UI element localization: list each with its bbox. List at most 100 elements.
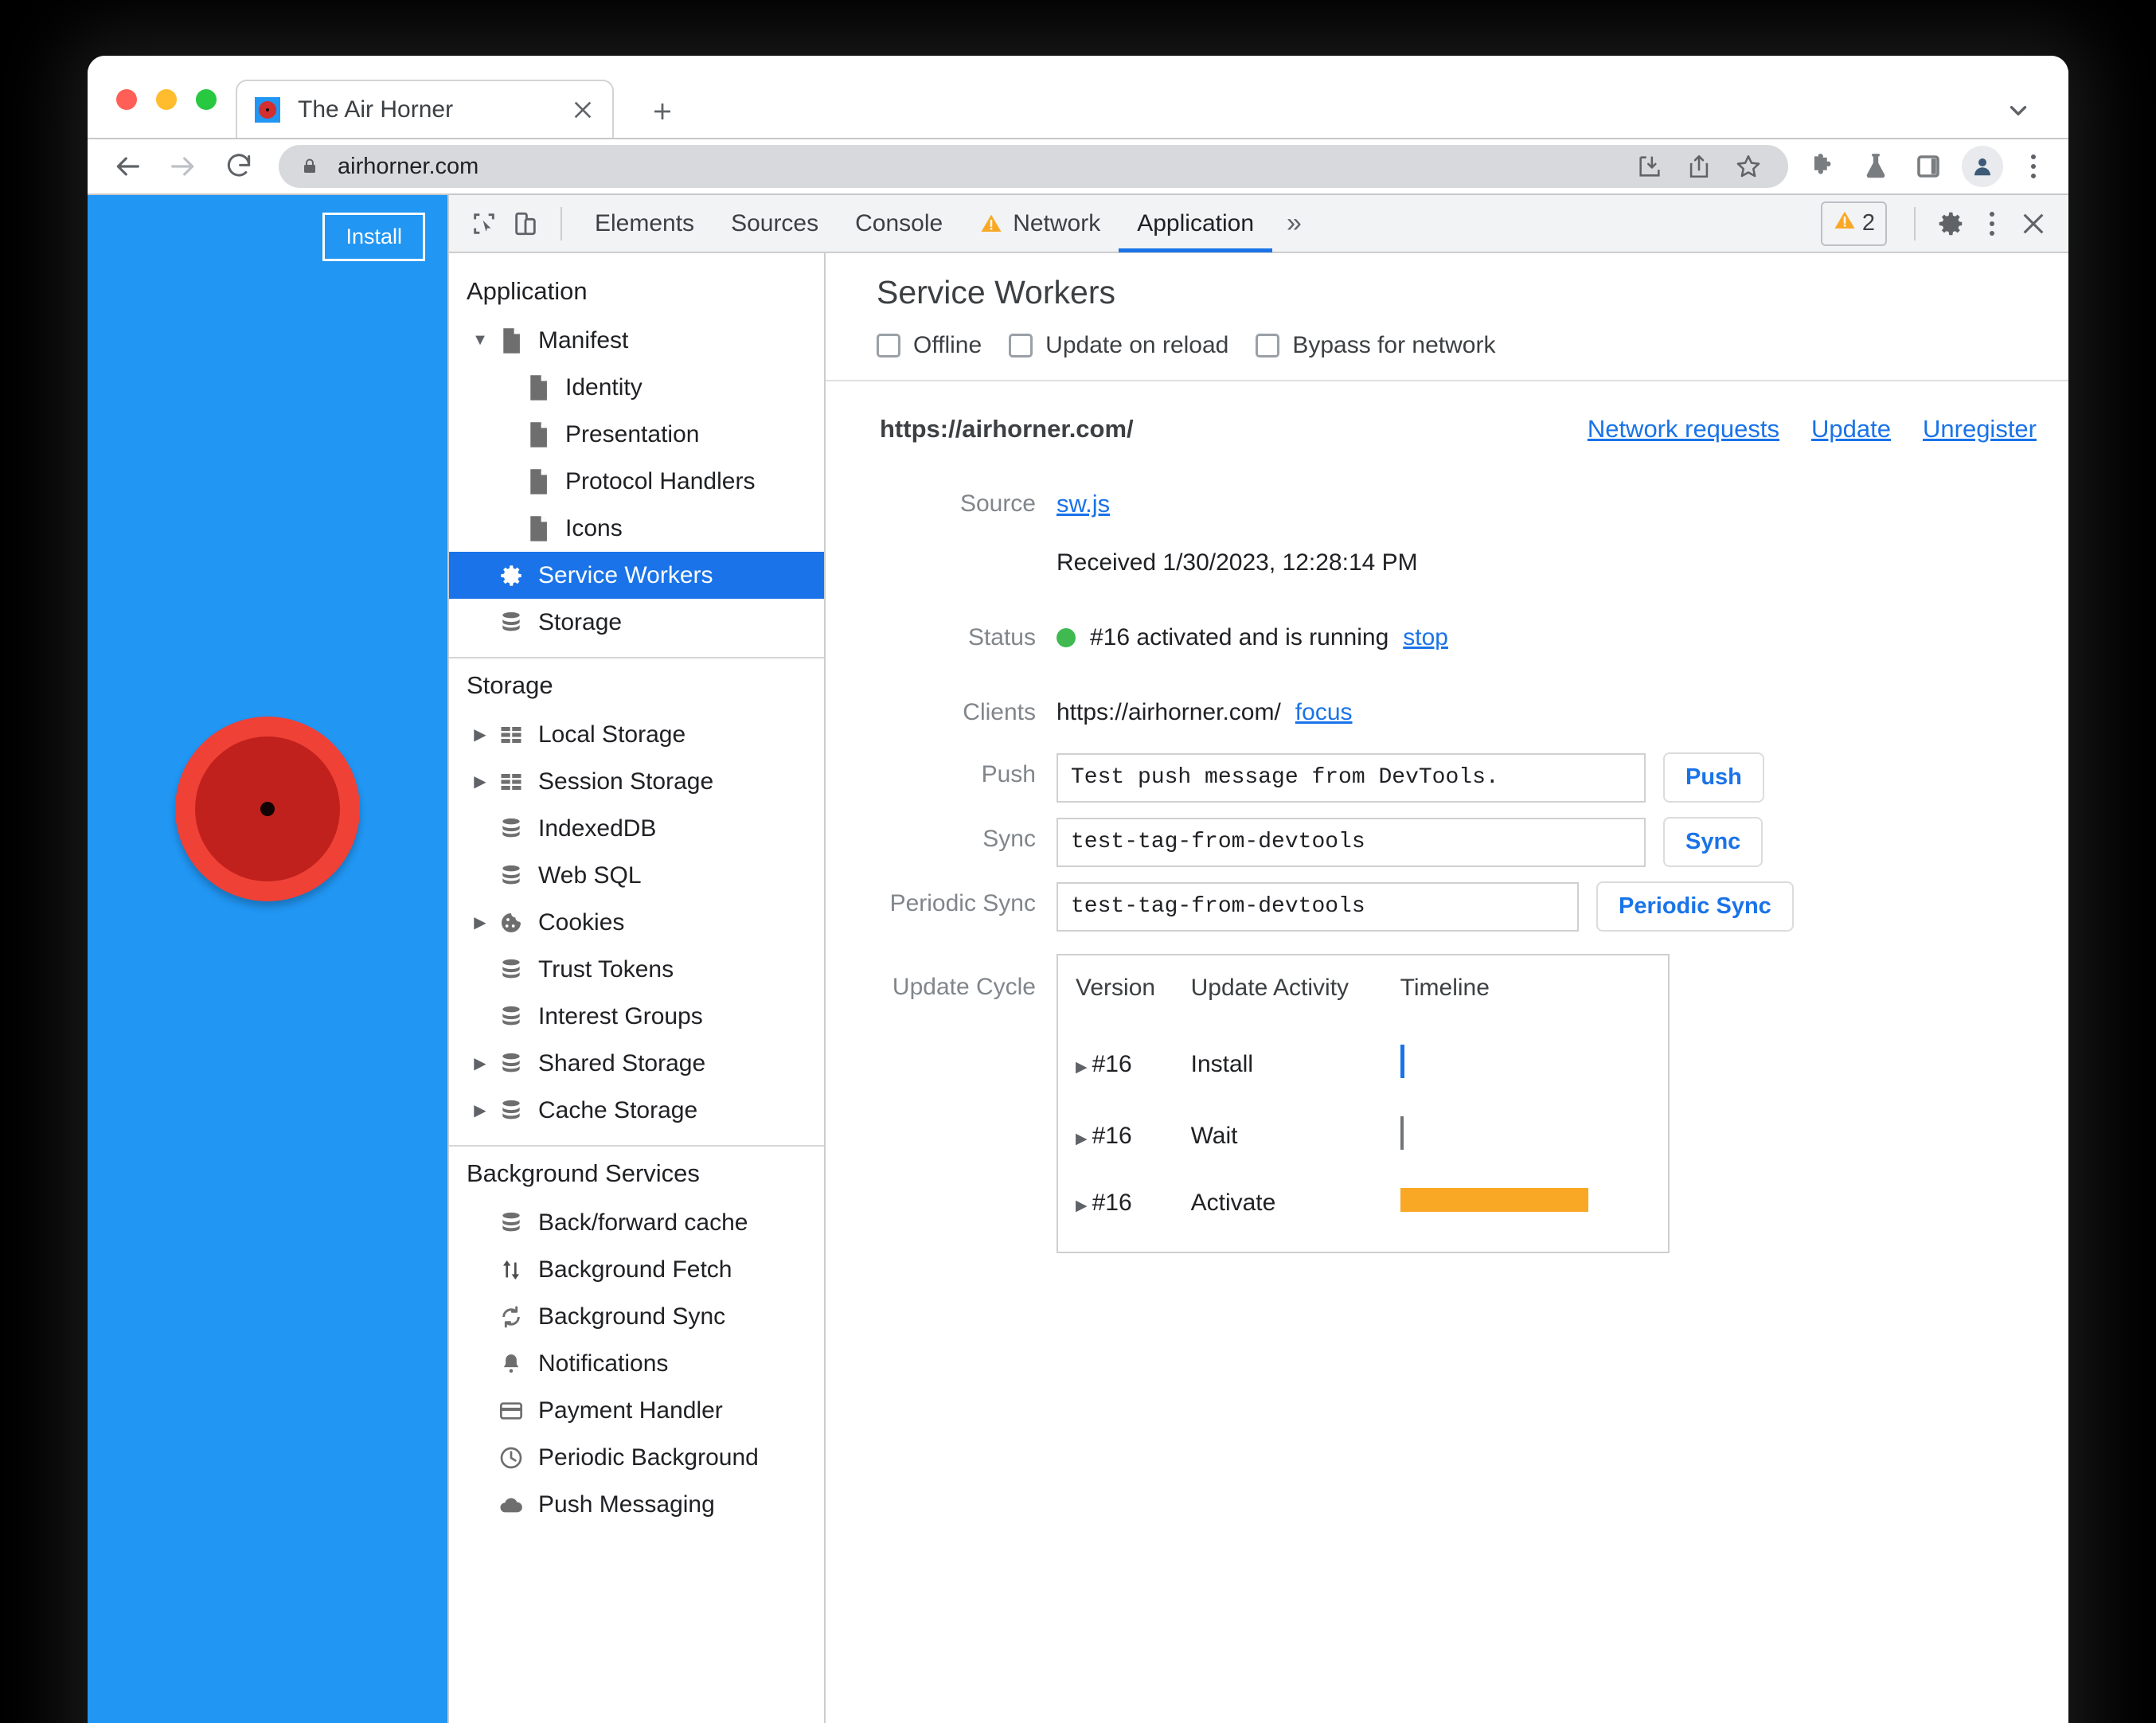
chevron-right-icon[interactable]: ▶ [1076, 1059, 1088, 1076]
extensions-puzzle-icon[interactable] [1804, 147, 1842, 186]
unregister-link[interactable]: Unregister [1923, 415, 2037, 443]
kebab-menu-icon[interactable] [1971, 203, 2013, 244]
bookmark-star-icon[interactable] [1729, 147, 1767, 186]
window-maximize-button[interactable] [196, 89, 217, 110]
sync-input[interactable]: test-tag-from-devtools [1057, 817, 1646, 867]
received-row: Received 1/30/2023, 12:28:14 PM [826, 541, 2068, 585]
sidebar-divider-1 [449, 657, 824, 658]
side-panel-icon[interactable] [1909, 147, 1947, 186]
update-link[interactable]: Update [1811, 415, 1891, 443]
checkbox-box[interactable] [1009, 334, 1033, 357]
warning-count-badge[interactable]: 2 [1820, 201, 1887, 246]
table-row[interactable]: ▶ #16 Activate [1076, 1172, 1646, 1234]
row-activity: Activate [1190, 1190, 1276, 1216]
push-button[interactable]: Push [1663, 752, 1764, 803]
sidebar-item-local-storage[interactable]: ▶ Local Storage [449, 711, 824, 758]
registration-actions: Network requests Update Unregister [1588, 415, 2037, 443]
sidebar-item-shared-storage[interactable]: ▶ Shared Storage [449, 1040, 824, 1087]
sidebar-item-presentation[interactable]: ▶ Presentation [449, 411, 824, 458]
sidebar-item-manifest[interactable]: ▼ Manifest [449, 317, 824, 364]
experiments-flask-icon[interactable] [1857, 147, 1895, 186]
tab-application[interactable]: Application [1119, 194, 1272, 252]
profile-avatar-icon[interactable] [1962, 146, 2003, 187]
sidebar-item-cookies[interactable]: ▶ Cookies [449, 899, 824, 946]
row-activity: Wait [1190, 1123, 1238, 1149]
application-sidebar[interactable]: Application ▼ Manifest ▶ Identity [449, 253, 826, 1723]
tab-sources[interactable]: Sources [713, 194, 837, 252]
sidebar-item-background-sync[interactable]: ▶ Background Sync [449, 1293, 824, 1340]
more-tabs-button[interactable]: » [1272, 208, 1316, 239]
sidebar-item-payment-handler[interactable]: ▶ Payment Handler [449, 1387, 824, 1434]
row-version-cell[interactable]: ▶ #16 [1076, 1172, 1191, 1234]
back-arrow-icon[interactable] [105, 144, 150, 189]
browser-tab[interactable]: The Air Horner [236, 80, 614, 138]
sidebar-item-background-fetch[interactable]: ▶ Background Fetch [449, 1246, 824, 1293]
air-horn-button[interactable] [175, 717, 360, 901]
sidebar-item-cache-storage[interactable]: ▶ Cache Storage [449, 1087, 824, 1134]
sidebar-item-service-workers[interactable]: ▶ Service Workers [449, 552, 824, 599]
sidebar-item-icons[interactable]: ▶ Icons [449, 505, 824, 552]
sidebar-item-periodic-background[interactable]: ▶ Periodic Background [449, 1434, 824, 1481]
forward-arrow-icon[interactable] [161, 144, 205, 189]
checkbox-bypass-for-network[interactable]: Bypass for network [1256, 332, 1495, 359]
chevron-right-icon[interactable]: ▶ [467, 1053, 494, 1073]
install-app-icon[interactable] [1631, 147, 1669, 186]
checkbox-label: Update on reload [1045, 332, 1229, 358]
chrome-menu-icon[interactable] [2016, 147, 2051, 186]
sync-button[interactable]: Sync [1663, 817, 1763, 867]
sidebar-item-indexeddb[interactable]: ▶ IndexedDB [449, 805, 824, 852]
tab-elements[interactable]: Elements [576, 194, 713, 252]
chevron-right-icon[interactable]: ▶ [467, 772, 494, 791]
checkbox-box[interactable] [877, 334, 900, 357]
gear-icon[interactable] [1930, 203, 1971, 244]
sidebar-item-storage[interactable]: ▶ Storage [449, 599, 824, 646]
sidebar-item-protocol-handlers[interactable]: ▶ Protocol Handlers [449, 458, 824, 505]
install-button[interactable]: Install [322, 213, 425, 261]
sidebar-item-notifications[interactable]: ▶ Notifications [449, 1340, 824, 1387]
row-version-cell[interactable]: ▶ #16 [1076, 1100, 1191, 1172]
sidebar-item-web-sql[interactable]: ▶ Web SQL [449, 852, 824, 899]
table-row[interactable]: ▶ #16 Install [1076, 1029, 1646, 1100]
source-file-link[interactable]: sw.js [1057, 482, 1110, 526]
network-requests-link[interactable]: Network requests [1588, 415, 1779, 443]
periodic-sync-input[interactable]: test-tag-from-devtools [1057, 881, 1579, 932]
chevron-down-icon[interactable] [2002, 94, 2035, 127]
cookie-icon [494, 910, 529, 936]
service-workers-header: Service Workers Offline Update on reload [826, 253, 2068, 381]
device-toolbar-icon[interactable] [505, 203, 546, 244]
received-value: Received 1/30/2023, 12:28:14 PM [1057, 549, 1418, 576]
sidebar-item-identity[interactable]: ▶ Identity [449, 364, 824, 411]
chevron-right-icon[interactable]: ▶ [467, 912, 494, 932]
row-version-cell[interactable]: ▶ #16 [1076, 1029, 1191, 1100]
chevron-right-icon[interactable]: ▶ [1076, 1198, 1088, 1214]
chevron-down-icon[interactable]: ▼ [467, 331, 494, 350]
focus-link[interactable]: focus [1295, 690, 1353, 735]
sidebar-item-back-forward-cache[interactable]: ▶ Back/forward cache [449, 1199, 824, 1246]
close-icon[interactable] [568, 95, 598, 125]
checkbox-box[interactable] [1256, 334, 1280, 357]
chevron-right-icon[interactable]: ▶ [467, 1100, 494, 1120]
new-tab-button[interactable] [645, 94, 680, 129]
table-row[interactable]: ▶ #16 Wait [1076, 1100, 1646, 1172]
tab-network[interactable]: Network [961, 194, 1119, 252]
address-bar[interactable]: airhorner.com [279, 145, 1788, 188]
push-input[interactable]: Test push message from DevTools. [1057, 752, 1646, 803]
checkbox-offline[interactable]: Offline [877, 332, 982, 359]
sidebar-item-session-storage[interactable]: ▶ Session Storage [449, 758, 824, 805]
chevron-right-icon[interactable]: ▶ [467, 725, 494, 744]
close-icon[interactable] [2013, 203, 2054, 244]
window-minimize-button[interactable] [156, 89, 177, 110]
devtools-toolbar: Elements Sources Console Network Applica… [449, 195, 2068, 253]
tab-console[interactable]: Console [837, 194, 961, 252]
sidebar-item-push-messaging[interactable]: ▶ Push Messaging [449, 1481, 824, 1528]
inspect-element-icon[interactable] [463, 203, 505, 244]
periodic-sync-button[interactable]: Periodic Sync [1596, 881, 1794, 932]
reload-icon[interactable] [217, 144, 261, 189]
chevron-right-icon[interactable]: ▶ [1076, 1131, 1088, 1147]
window-close-button[interactable] [116, 89, 137, 110]
stop-link[interactable]: stop [1403, 615, 1448, 660]
checkbox-update-on-reload[interactable]: Update on reload [1009, 332, 1228, 359]
sidebar-item-trust-tokens[interactable]: ▶ Trust Tokens [449, 946, 824, 993]
share-icon[interactable] [1680, 147, 1718, 186]
sidebar-item-interest-groups[interactable]: ▶ Interest Groups [449, 993, 824, 1040]
